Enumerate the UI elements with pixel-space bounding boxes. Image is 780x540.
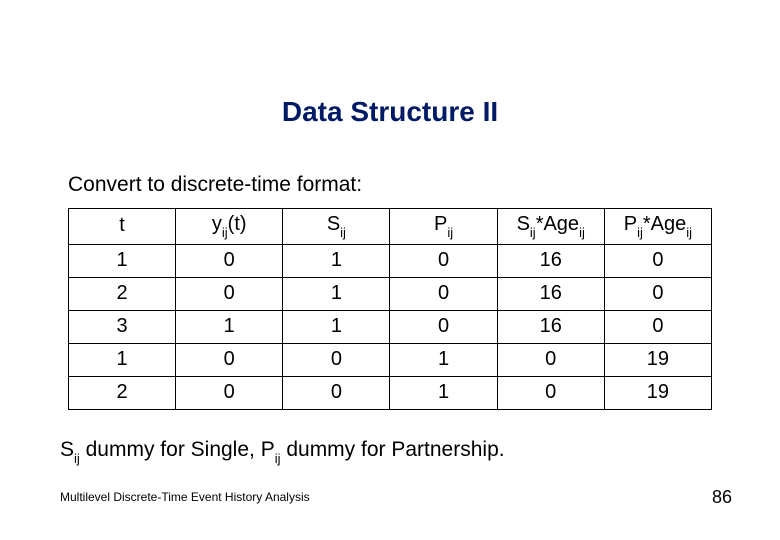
cell-sage: 0 [497,343,604,376]
cell-p: 0 [390,310,497,343]
header-text: S [517,213,530,235]
table-header-row: t yij(t) Sij Pij Sij*Ageij Pij*Ageij [69,209,712,245]
cell-p: 1 [390,376,497,409]
cell-p: 0 [390,277,497,310]
header-text: *Age [536,213,579,235]
header-text: (t) [228,213,247,235]
note-sub: ij [275,451,281,466]
note-line: Sij dummy for Single, Pij dummy for Part… [60,438,505,464]
cell-p: 0 [390,244,497,277]
header-text: y [212,213,222,235]
cell-y: 0 [176,376,283,409]
header-text: t [119,214,125,236]
header-text: *Age [643,213,686,235]
cell-t: 2 [69,376,176,409]
cell-sage: 0 [497,376,604,409]
header-sub: ij [637,225,643,240]
header-sub: ij [579,225,585,240]
cell-y: 0 [176,343,283,376]
header-text: P [624,213,637,235]
cell-page: 0 [604,244,711,277]
table-row: 2 0 0 1 0 19 [69,376,712,409]
table-row: 3 1 1 0 16 0 [69,310,712,343]
col-header-t: t [69,209,176,245]
cell-p: 1 [390,343,497,376]
col-header-p: Pij [390,209,497,245]
cell-sage: 16 [497,277,604,310]
col-header-y: yij(t) [176,209,283,245]
data-table-wrap: t yij(t) Sij Pij Sij*Ageij Pij*Ageij [68,208,712,410]
cell-t: 1 [69,244,176,277]
col-header-s: Sij [283,209,390,245]
subtitle: Convert to discrete-time format: [68,173,362,197]
header-text: P [434,213,447,235]
cell-t: 3 [69,310,176,343]
note-sub: ij [74,451,80,466]
cell-y: 1 [176,310,283,343]
cell-s: 0 [283,376,390,409]
col-header-sage: Sij*Ageij [497,209,604,245]
table-row: 2 0 1 0 16 0 [69,277,712,310]
note-text: P [261,438,275,461]
header-sub: ij [447,225,453,240]
cell-sage: 16 [497,244,604,277]
cell-s: 0 [283,343,390,376]
table-row: 1 0 1 0 16 0 [69,244,712,277]
table-row: 1 0 0 1 0 19 [69,343,712,376]
cell-y: 0 [176,277,283,310]
header-sub: ij [340,225,346,240]
slide: Data Structure II Convert to discrete-ti… [0,0,780,540]
header-text: S [327,213,340,235]
note-text: dummy for Partnership. [281,438,505,461]
header-sub: ij [686,225,692,240]
cell-page: 0 [604,310,711,343]
page-title: Data Structure II [0,96,780,128]
header-sub: ij [222,225,228,240]
cell-s: 1 [283,310,390,343]
page-number: 86 [712,487,732,508]
cell-sage: 16 [497,310,604,343]
header-sub: ij [530,225,536,240]
cell-page: 19 [604,376,711,409]
cell-page: 19 [604,343,711,376]
data-table: t yij(t) Sij Pij Sij*Ageij Pij*Ageij [68,208,712,410]
note-text: dummy for Single, [80,438,261,461]
cell-y: 0 [176,244,283,277]
cell-page: 0 [604,277,711,310]
cell-s: 1 [283,277,390,310]
cell-t: 1 [69,343,176,376]
col-header-page: Pij*Ageij [604,209,711,245]
cell-s: 1 [283,244,390,277]
footer-left: Multilevel Discrete-Time Event History A… [60,490,310,504]
cell-t: 2 [69,277,176,310]
note-text: S [60,438,74,461]
